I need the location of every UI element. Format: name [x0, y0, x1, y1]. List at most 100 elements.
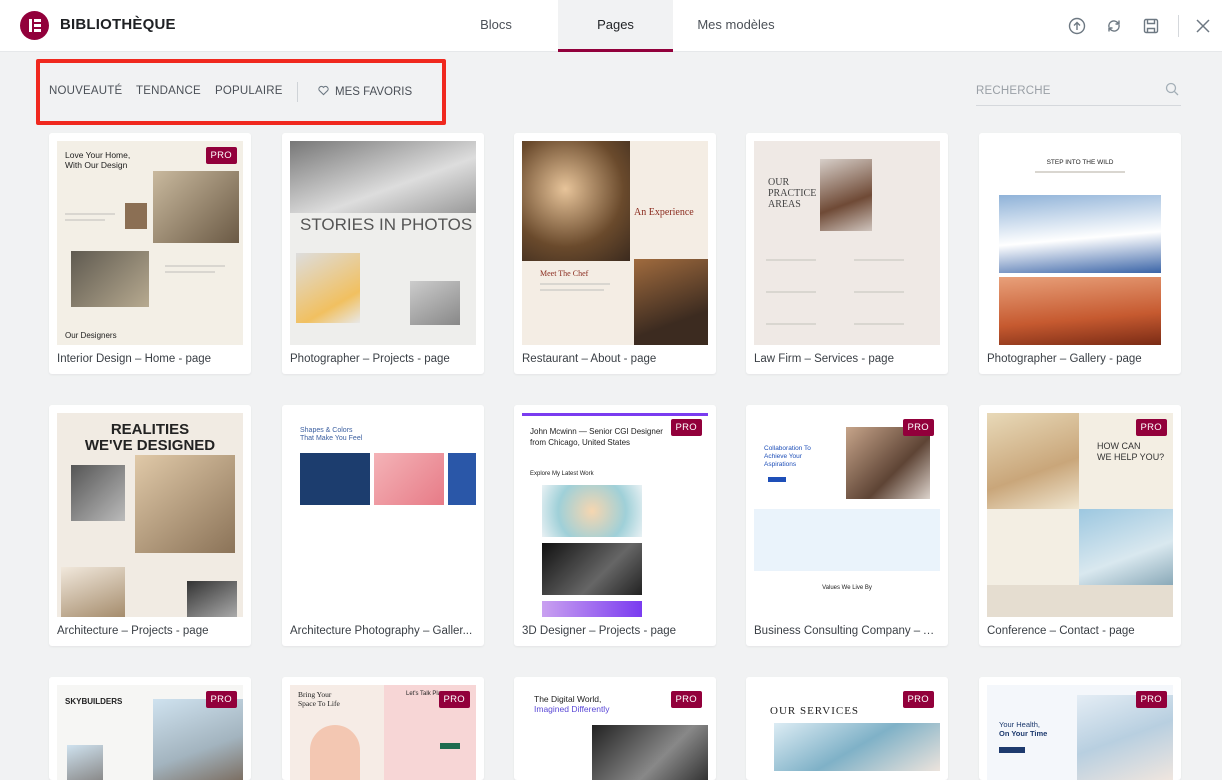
pro-badge: PRO — [1135, 691, 1167, 708]
preview-image — [296, 253, 360, 323]
preview-text: Values We Live By — [822, 585, 872, 591]
template-title: Photographer – Projects - page — [290, 353, 450, 365]
tab-pages[interactable]: Pages — [558, 0, 673, 52]
preview-text: Meet The Chef — [540, 269, 589, 278]
preview-image — [125, 203, 147, 229]
upload-icon[interactable] — [1068, 17, 1086, 35]
preview-image — [71, 465, 125, 521]
preview-text: With Our Design — [65, 160, 128, 170]
preview-text: Our Designers — [65, 331, 117, 340]
template-preview: STEP INTO THE WILD — [987, 141, 1173, 345]
save-icon[interactable] — [1142, 17, 1160, 35]
preview-line — [854, 323, 904, 325]
template-preview: OUR PRACTICE AREAS — [754, 141, 940, 345]
template-card-architecture-photography-gallery[interactable]: Shapes & Colors That Make You Feel Archi… — [282, 405, 484, 646]
preview-image — [999, 195, 1161, 273]
preview-image — [187, 581, 237, 617]
preview-section — [987, 585, 1173, 617]
preview-text: PRACTICE — [768, 188, 817, 199]
preview-image — [310, 725, 360, 780]
template-card-architecture-projects[interactable]: REALITIES WE'VE DESIGNED Architecture – … — [49, 405, 251, 646]
preview-text: from Chicago, United States — [530, 438, 631, 447]
preview-line — [854, 259, 904, 261]
preview-line — [766, 291, 816, 293]
template-card-our-services[interactable]: OUR SERVICES PRO — [746, 677, 948, 780]
template-card-digital-world[interactable]: The Digital World, Imagined Differently … — [514, 677, 716, 780]
preview-image — [522, 141, 630, 261]
template-preview: An Experience Meet The Chef — [522, 141, 708, 345]
preview-text: OUR SERVICES — [770, 705, 860, 717]
pro-badge: PRO — [1135, 419, 1167, 436]
library-header: BIBLIOTHÈQUE Blocs Pages Mes modèles — [0, 0, 1222, 52]
preview-line — [165, 271, 215, 273]
template-preview: Collaboration To Achieve Your Aspiration… — [754, 413, 940, 617]
preview-text: Space To Life — [298, 699, 340, 708]
close-icon[interactable] — [1194, 17, 1212, 35]
pro-badge: PRO — [670, 419, 702, 436]
preview-line — [766, 259, 816, 261]
template-card-conference-contact[interactable]: HOW CAN WE HELP YOU? PRO Conference – Co… — [979, 405, 1181, 646]
preview-text: HOW CAN — [1097, 441, 1141, 451]
search-icon[interactable] — [1165, 82, 1179, 96]
preview-text: John Mcwinn — Senior CGI Designer — [530, 427, 663, 436]
preview-image — [71, 251, 149, 307]
preview-image — [846, 427, 930, 499]
preview-line — [65, 213, 115, 215]
preview-image — [592, 725, 708, 780]
template-title: Conference – Contact - page — [987, 625, 1135, 637]
preview-text: OUR — [768, 177, 790, 188]
filter-highlight-box — [36, 59, 446, 125]
preview-text: Collaboration To — [764, 445, 811, 452]
preview-image — [290, 141, 476, 213]
template-card-business-consulting[interactable]: Collaboration To Achieve Your Aspiration… — [746, 405, 948, 646]
template-card-restaurant-about[interactable]: An Experience Meet The Chef Restaurant –… — [514, 133, 716, 374]
template-title: Photographer – Gallery - page — [987, 353, 1142, 365]
preview-line — [766, 323, 816, 325]
preview-image — [67, 745, 103, 780]
template-preview: Love Your Home, With Our Design Our Desi… — [57, 141, 243, 345]
preview-image — [1079, 509, 1173, 585]
template-card-photographer-gallery[interactable]: STEP INTO THE WILD Photographer – Galler… — [979, 133, 1181, 374]
preview-line — [165, 265, 225, 267]
preview-text: SKYBUILDERS — [65, 697, 123, 706]
elementor-logo-icon — [20, 11, 49, 40]
preview-image — [410, 281, 460, 325]
sync-icon[interactable] — [1105, 17, 1123, 35]
template-card-your-health[interactable]: Your Health, On Your Time PRO — [979, 677, 1181, 780]
template-card-photographer-projects[interactable]: STORIES IN PHOTOS Photographer – Project… — [282, 133, 484, 374]
preview-image — [999, 277, 1161, 345]
preview-line — [854, 291, 904, 293]
preview-text: Achieve Your — [764, 453, 802, 460]
preview-line — [540, 283, 610, 285]
preview-image — [987, 413, 1079, 509]
template-card-interior-contact[interactable]: Bring Your Space To Life Let's Talk Plan… — [282, 677, 484, 780]
template-preview: Shapes & Colors That Make You Feel — [290, 413, 476, 617]
template-card-3d-designer-projects[interactable]: John Mcwinn — Senior CGI Designer from C… — [514, 405, 716, 646]
preview-text: On Your Time — [999, 729, 1048, 738]
preview-image — [374, 453, 444, 505]
pro-badge: PRO — [205, 691, 237, 708]
preview-image — [153, 171, 239, 243]
preview-accent-bar — [522, 413, 708, 416]
preview-image — [300, 453, 370, 505]
preview-text: Aspirations — [764, 461, 797, 468]
tab-blocs[interactable]: Blocs — [460, 0, 532, 52]
preview-image — [542, 485, 642, 537]
preview-button — [768, 477, 786, 482]
preview-image — [542, 543, 642, 595]
template-preview: HOW CAN WE HELP YOU? — [987, 413, 1173, 617]
template-card-skybuilders[interactable]: SKYBUILDERS PRO — [49, 677, 251, 780]
preview-section — [754, 509, 940, 571]
search-input[interactable] — [976, 81, 1156, 101]
tab-mes-modeles[interactable]: Mes modèles — [686, 0, 786, 52]
preview-line — [65, 219, 105, 221]
template-card-law-firm-services[interactable]: OUR PRACTICE AREAS Law Firm – Services -… — [746, 133, 948, 374]
library-title: BIBLIOTHÈQUE — [60, 16, 176, 33]
preview-text: Imagined Differently — [534, 704, 610, 714]
preview-text: That Make You Feel — [300, 435, 363, 442]
template-title: Interior Design – Home - page — [57, 353, 212, 365]
pro-badge: PRO — [438, 691, 470, 708]
template-card-interior-design-home[interactable]: Love Your Home, With Our Design Our Desi… — [49, 133, 251, 374]
template-title: Restaurant – About - page — [522, 353, 657, 365]
template-title: Law Firm – Services - page — [754, 353, 894, 365]
